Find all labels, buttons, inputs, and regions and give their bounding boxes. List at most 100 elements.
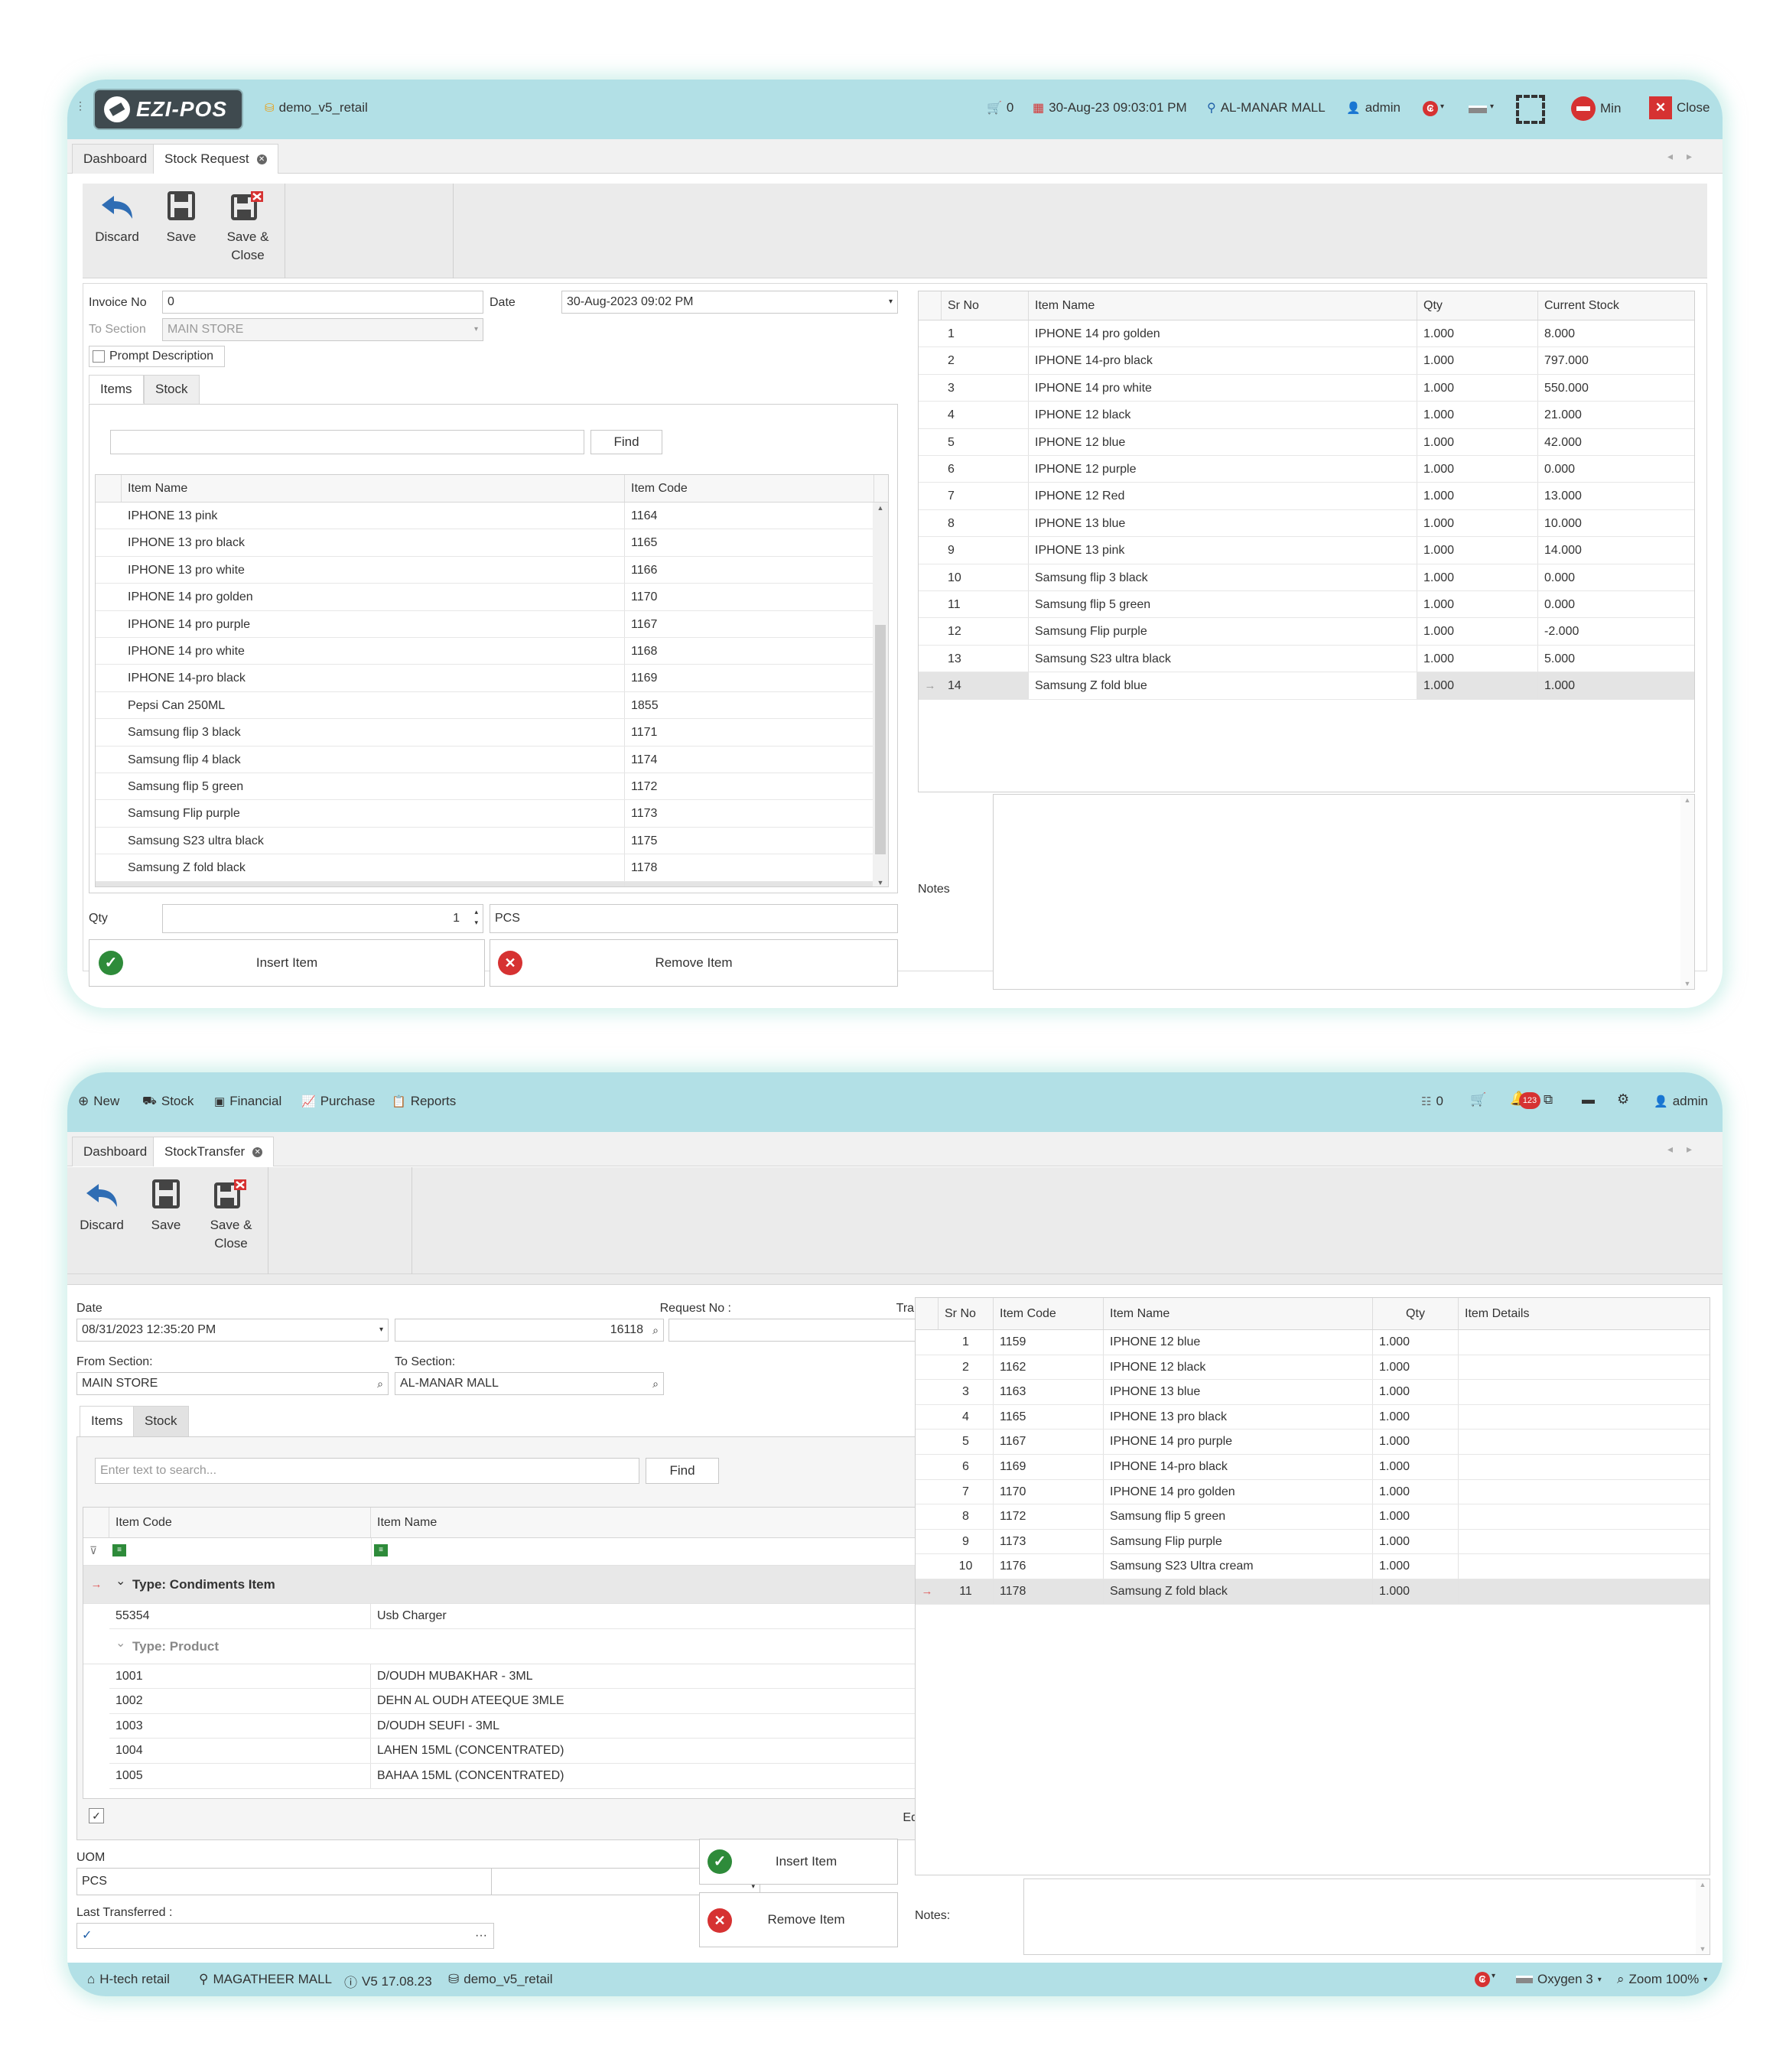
copy-icon[interactable]: ⧉ bbox=[1544, 1092, 1553, 1108]
table-row[interactable]: IPHONE 13 pro black 1165 bbox=[96, 529, 873, 557]
column-header[interactable]: Current Stock bbox=[1538, 291, 1694, 320]
gear-icon[interactable]: ⚙ bbox=[1617, 1091, 1629, 1108]
theme-selector[interactable]: Oxygen 3 ▾ bbox=[1516, 1972, 1602, 1987]
table-row[interactable]: Samsung S23 ultra black 1175 bbox=[96, 827, 873, 855]
tab-dashboard[interactable]: Dashboard bbox=[72, 144, 159, 174]
table-row[interactable]: IPHONE 14 pro golden 1170 bbox=[96, 584, 873, 611]
subtab-stock[interactable]: Stock bbox=[144, 375, 200, 404]
column-header[interactable]: Sr No bbox=[942, 291, 1029, 320]
table-row[interactable]: 6 IPHONE 12 purple 1.000 0.000 bbox=[919, 456, 1694, 483]
table-row[interactable]: 2 IPHONE 14-pro black 1.000 797.000 bbox=[919, 347, 1694, 375]
table-row[interactable]: 9 IPHONE 13 pink 1.000 14.000 bbox=[919, 537, 1694, 564]
scroll-up-icon[interactable]: ▲ bbox=[873, 504, 888, 512]
insert-item-button[interactable]: ✓ Insert Item bbox=[89, 939, 485, 987]
fullscreen-icon[interactable] bbox=[1516, 95, 1545, 124]
table-row[interactable]: 4 1165 IPHONE 13 pro black 1.000 bbox=[916, 1404, 1710, 1430]
save-close-button[interactable]: Save & Close bbox=[219, 191, 277, 265]
close-tab-icon[interactable]: ✕ bbox=[256, 155, 267, 165]
column-header[interactable]: Item Code bbox=[625, 475, 874, 502]
discard-button[interactable]: Discard bbox=[75, 1182, 129, 1234]
prompt-description-checkbox[interactable]: Prompt Description bbox=[89, 346, 225, 367]
table-row[interactable]: 7 IPHONE 12 Red 1.000 13.000 bbox=[919, 483, 1694, 510]
currency-icon[interactable]: ₢ bbox=[1423, 101, 1438, 116]
column-header[interactable]: Item Code bbox=[109, 1508, 371, 1537]
table-row[interactable]: 3 IPHONE 14 pro white 1.000 550.000 bbox=[919, 374, 1694, 402]
table-row[interactable]: 7 1170 IPHONE 14 pro golden 1.000 bbox=[916, 1479, 1710, 1505]
chevron-down-icon[interactable]: ⌄ bbox=[115, 1635, 125, 1651]
tab-dashboard[interactable]: Dashboard bbox=[72, 1137, 159, 1166]
invoice-no-input[interactable]: 0 bbox=[162, 291, 483, 314]
last-transferred-field[interactable]: ✓ ··· bbox=[76, 1923, 494, 1949]
table-row[interactable]: 12 Samsung Flip purple 1.000 -2.000 bbox=[919, 618, 1694, 646]
search-icon[interactable]: ⌕ bbox=[377, 1373, 383, 1394]
menu-purchase[interactable]: 📈 Purchase bbox=[301, 1094, 376, 1109]
column-header[interactable]: Item Name bbox=[122, 475, 625, 502]
discard-button[interactable]: Discard bbox=[90, 194, 144, 246]
column-header[interactable]: Item Name bbox=[1104, 1298, 1373, 1329]
uom-field[interactable]: PCS bbox=[76, 1868, 494, 1895]
table-row[interactable]: Samsung Flip purple 1173 bbox=[96, 800, 873, 828]
table-row[interactable]: 1004 LAHEN 15ML (CONCENTRATED) bbox=[109, 1739, 945, 1764]
table-row[interactable]: 1002 DEHN AL OUDH ATEEQUE 3MLE bbox=[109, 1689, 945, 1714]
table-row[interactable]: Samsung flip 5 green 1172 bbox=[96, 773, 873, 801]
group-row[interactable]: → ⌄ Type: Condiments Item bbox=[83, 1566, 946, 1604]
table-row[interactable]: 55354 Usb Charger bbox=[109, 1604, 945, 1629]
filter-cell-icon[interactable]: ≡ bbox=[112, 1544, 126, 1556]
notes-textarea[interactable]: ▲ ▼ bbox=[993, 794, 1695, 990]
table-row[interactable]: IPHONE 14-pro black 1169 bbox=[96, 665, 873, 692]
menu-financial[interactable]: ▣ Financial bbox=[214, 1094, 281, 1109]
table-row[interactable]: 4 IPHONE 12 black 1.000 21.000 bbox=[919, 402, 1694, 429]
table-row[interactable]: 5 1167 IPHONE 14 pro purple 1.000 bbox=[916, 1430, 1710, 1455]
table-row[interactable]: →Samsung Z fold blue1177 bbox=[96, 881, 873, 886]
menu-stock[interactable]: ⛟ Stock bbox=[142, 1094, 194, 1109]
user-indicator[interactable]: 👤 admin bbox=[1346, 100, 1400, 115]
close-button[interactable]: ✕ Close bbox=[1649, 96, 1710, 119]
remove-item-button[interactable]: ✕ Remove Item bbox=[699, 1892, 898, 1947]
menu-reports[interactable]: 📋 Reports bbox=[392, 1094, 456, 1109]
search-icon[interactable]: ⌕ bbox=[652, 1373, 659, 1394]
scroll-down-icon[interactable]: ▼ bbox=[873, 879, 888, 886]
table-row[interactable]: 2 1162 IPHONE 12 black 1.000 bbox=[916, 1355, 1710, 1381]
group-row[interactable]: ⌄ Type: Product bbox=[83, 1628, 946, 1664]
scroll-down-icon[interactable]: ▼ bbox=[1680, 980, 1694, 987]
zoom-selector[interactable]: ⌕ Zoom 100% ▾ bbox=[1617, 1972, 1707, 1987]
table-row[interactable]: 8 IPHONE 13 blue 1.000 10.000 bbox=[919, 509, 1694, 538]
items-grid-scrollbar[interactable]: ▲ ▼ bbox=[873, 503, 888, 886]
remove-item-button[interactable]: ✕ Remove Item bbox=[490, 939, 898, 987]
table-row[interactable]: IPHONE 14 pro white 1168 bbox=[96, 638, 873, 665]
item-search-input[interactable] bbox=[110, 430, 584, 454]
currency-icon[interactable]: ₢ bbox=[1475, 1972, 1490, 1987]
find-button[interactable]: Find bbox=[646, 1458, 719, 1484]
qty-spinner[interactable]: 1 ▴▾ bbox=[162, 904, 483, 933]
tab-stock-transfer[interactable]: StockTransfer ✕ bbox=[153, 1137, 275, 1166]
table-row[interactable]: Pepsi Can 250ML 1855 bbox=[96, 691, 873, 720]
table-row[interactable]: 9 1173 Samsung Flip purple 1.000 bbox=[916, 1529, 1710, 1555]
table-row[interactable]: → 11 1178 Samsung Z fold black 1.000 bbox=[916, 1579, 1710, 1605]
notes-scrollbar[interactable]: ▲ ▼ bbox=[1680, 795, 1694, 989]
save-button[interactable]: Save bbox=[155, 191, 208, 246]
table-row[interactable]: 13 Samsung S23 ultra black 1.000 5.000 bbox=[919, 645, 1694, 673]
filter-enabled-checkbox[interactable]: ✓ bbox=[89, 1808, 104, 1823]
save-button[interactable]: Save bbox=[139, 1179, 193, 1234]
table-row[interactable]: Samsung flip 3 black 1171 bbox=[96, 719, 873, 747]
spinner-arrows-icon[interactable]: ▴▾ bbox=[474, 906, 478, 928]
to-section-lookup[interactable]: AL-MANAR MALL ⌕ bbox=[395, 1372, 664, 1395]
table-row[interactable]: IPHONE 14 pro purple 1167 bbox=[96, 610, 873, 638]
subtab-stock[interactable]: Stock bbox=[133, 1406, 189, 1436]
table-row[interactable]: IPHONE 13 pink 1164 bbox=[96, 503, 873, 530]
tab-scroll-arrows[interactable]: ◂▸ bbox=[1667, 139, 1706, 173]
table-row[interactable]: 10 1176 Samsung S23 Ultra cream 1.000 bbox=[916, 1554, 1710, 1579]
to-section-select[interactable]: MAIN STORE ▾ bbox=[162, 318, 483, 341]
table-row[interactable]: Samsung flip 4 black 1174 bbox=[96, 746, 873, 773]
request-no-lookup[interactable]: 16118 ⌕ bbox=[395, 1319, 664, 1342]
find-button[interactable]: Find bbox=[590, 430, 662, 454]
insert-item-button[interactable]: ✓ Insert Item bbox=[699, 1839, 898, 1885]
ellipsis-icon[interactable]: ··· bbox=[475, 1924, 487, 1948]
column-header[interactable]: Qty bbox=[1417, 291, 1538, 320]
search-icon[interactable]: ⌕ bbox=[652, 1319, 659, 1341]
drag-handle-icon[interactable]: ⋮ bbox=[75, 99, 86, 112]
tab-scroll-arrows[interactable]: ◂▸ bbox=[1667, 1132, 1706, 1166]
scroll-up-icon[interactable]: ▲ bbox=[1680, 796, 1694, 804]
from-section-lookup[interactable]: MAIN STORE ⌕ bbox=[76, 1372, 389, 1395]
date-picker[interactable]: 30-Aug-2023 09:02 PM ▾ bbox=[561, 291, 898, 314]
